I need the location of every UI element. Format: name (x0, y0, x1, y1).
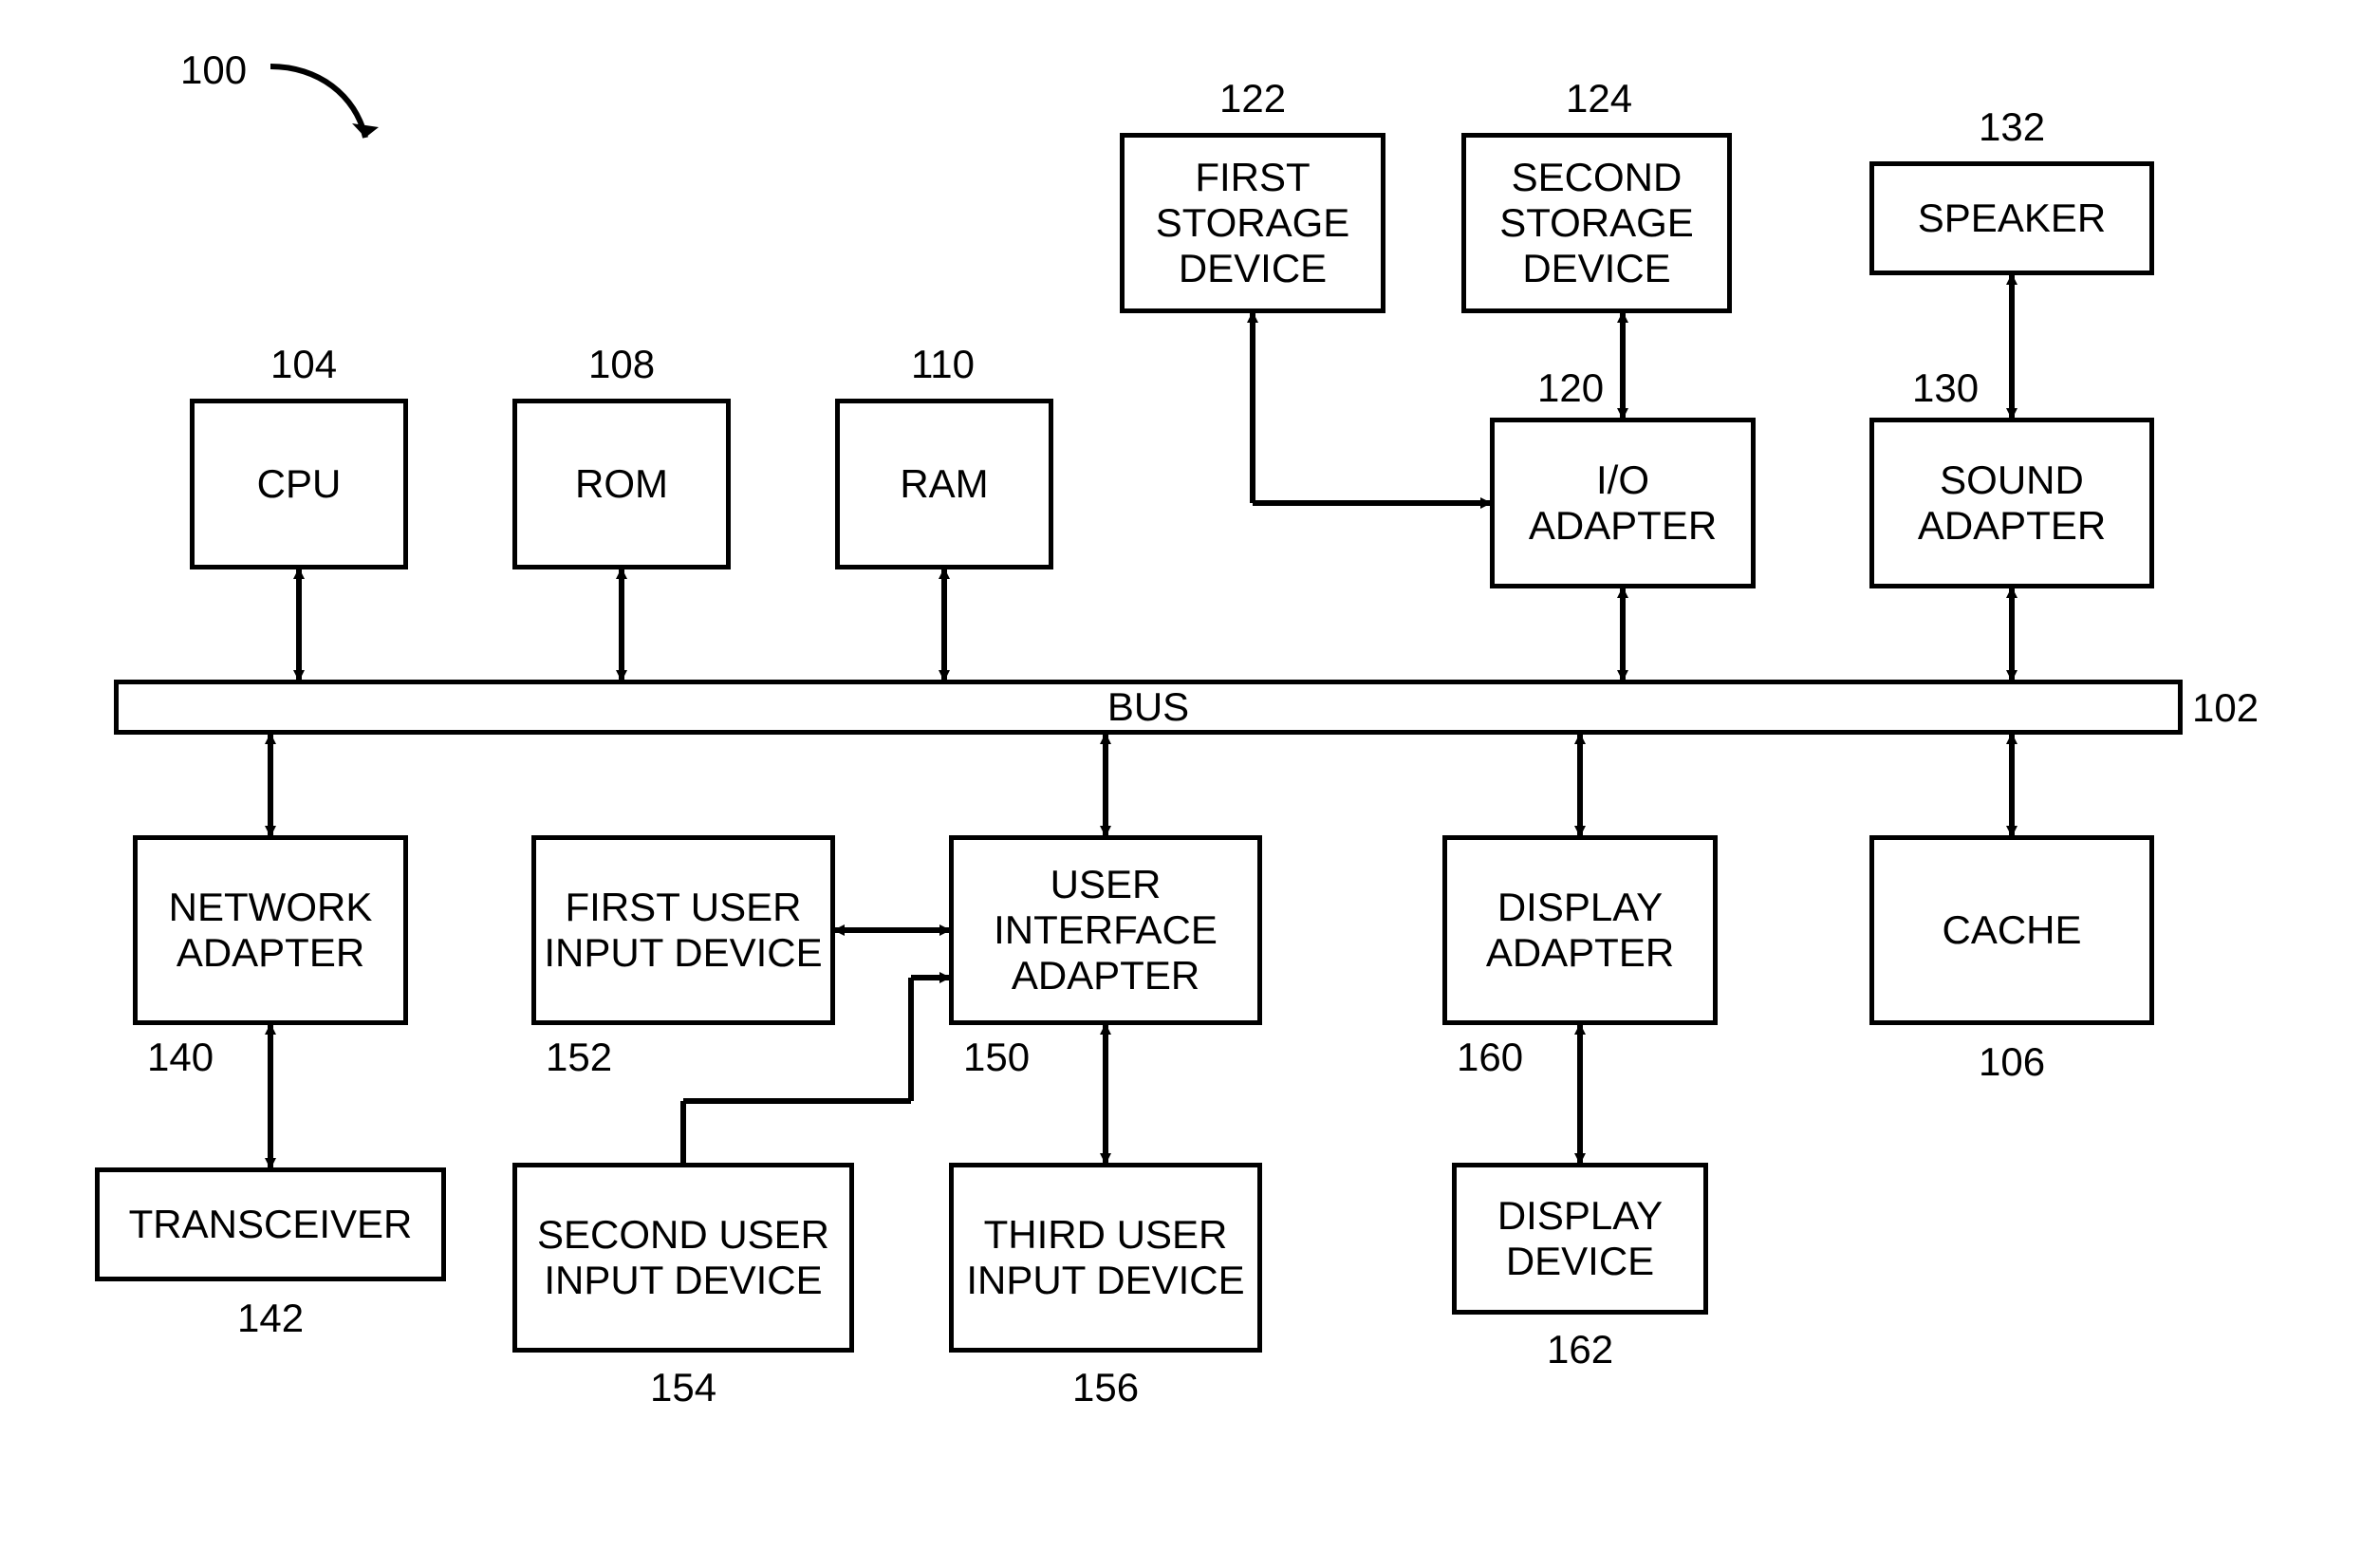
io-adapter-ref: 120 (1537, 365, 1604, 411)
speaker-label: SPEAKER (1918, 196, 2106, 241)
sound-adapter-label: SOUND ADAPTER (1882, 457, 2142, 550)
ram-box: RAM (835, 399, 1053, 569)
second-storage-label: SECOND STORAGE DEVICE (1474, 155, 1720, 292)
second-storage-ref: 124 (1566, 76, 1632, 121)
display-adapter-box: DISPLAY ADAPTER (1442, 835, 1718, 1025)
sound-adapter-box: SOUND ADAPTER (1869, 418, 2154, 588)
user-interface-adapter-ref: 150 (963, 1035, 1030, 1080)
rom-label: ROM (575, 461, 668, 507)
transceiver-label: TRANSCEIVER (129, 1202, 413, 1247)
user-interface-adapter-box: USER INTERFACE ADAPTER (949, 835, 1262, 1025)
first-user-input-label: FIRST USER INPUT DEVICE (544, 885, 823, 977)
network-adapter-label: NETWORK ADAPTER (145, 885, 396, 977)
first-storage-label: FIRST STORAGE DEVICE (1132, 155, 1373, 292)
third-user-input-label: THIRD USER INPUT DEVICE (961, 1212, 1250, 1304)
io-adapter-label: I/O ADAPTER (1502, 457, 1743, 550)
sound-adapter-ref: 130 (1912, 365, 1979, 411)
second-user-input-box: SECOND USER INPUT DEVICE (512, 1163, 854, 1353)
display-device-ref: 162 (1547, 1327, 1613, 1372)
user-interface-adapter-label: USER INTERFACE ADAPTER (961, 862, 1250, 999)
cache-label: CACHE (1942, 907, 2081, 953)
cpu-label: CPU (257, 461, 342, 507)
figure-arrow-icon (261, 57, 394, 161)
rom-box: ROM (512, 399, 731, 569)
bus-label: BUS (1107, 684, 1189, 730)
display-adapter-ref: 160 (1457, 1035, 1523, 1080)
transceiver-box: TRANSCEIVER (95, 1167, 446, 1281)
third-user-input-box: THIRD USER INPUT DEVICE (949, 1163, 1262, 1353)
first-storage-box: FIRST STORAGE DEVICE (1120, 133, 1385, 313)
bus-ref: 102 (2192, 685, 2259, 731)
ram-ref: 110 (911, 342, 975, 387)
figure-reference-number: 100 (180, 47, 247, 93)
second-user-input-ref: 154 (650, 1365, 716, 1410)
cache-box: CACHE (1869, 835, 2154, 1025)
speaker-box: SPEAKER (1869, 161, 2154, 275)
cache-ref: 106 (1979, 1039, 2045, 1085)
third-user-input-ref: 156 (1072, 1365, 1139, 1410)
transceiver-ref: 142 (237, 1296, 304, 1341)
io-adapter-box: I/O ADAPTER (1490, 418, 1756, 588)
rom-ref: 108 (588, 342, 655, 387)
cpu-box: CPU (190, 399, 408, 569)
bus-bar: BUS (114, 680, 2183, 735)
display-adapter-label: DISPLAY ADAPTER (1455, 885, 1705, 977)
network-adapter-ref: 140 (147, 1035, 214, 1080)
first-user-input-ref: 152 (546, 1035, 612, 1080)
second-user-input-label: SECOND USER INPUT DEVICE (525, 1212, 842, 1304)
diagram-stage: 100 BUS 102 CPU 104 ROM 108 RAM 110 FIRS… (0, 0, 2380, 1568)
speaker-ref: 132 (1979, 104, 2045, 150)
display-device-box: DISPLAY DEVICE (1452, 1163, 1708, 1315)
network-adapter-box: NETWORK ADAPTER (133, 835, 408, 1025)
first-storage-ref: 122 (1219, 76, 1286, 121)
first-user-input-box: FIRST USER INPUT DEVICE (531, 835, 835, 1025)
second-storage-box: SECOND STORAGE DEVICE (1461, 133, 1732, 313)
ram-label: RAM (900, 461, 988, 507)
display-device-label: DISPLAY DEVICE (1464, 1193, 1696, 1285)
cpu-ref: 104 (270, 342, 337, 387)
